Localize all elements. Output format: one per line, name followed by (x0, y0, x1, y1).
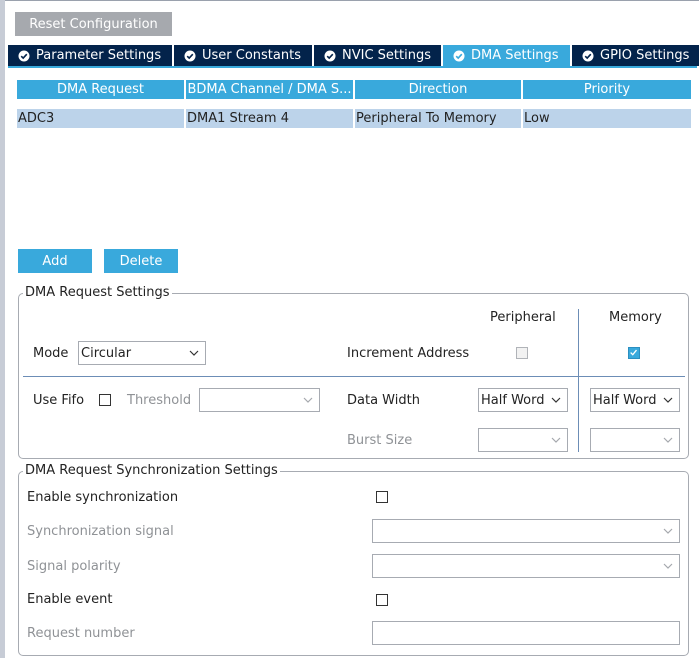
chevron-down-icon (663, 397, 673, 403)
check-circle-icon (324, 50, 336, 61)
signal-polarity-select[interactable] (372, 554, 680, 578)
column-header-direction[interactable]: Direction (355, 80, 523, 99)
check-circle-icon (184, 50, 196, 61)
mode-label: Mode (33, 346, 69, 361)
left-edge-bar (0, 0, 5, 658)
tab-nvic-settings[interactable]: NVIC Settings (314, 45, 443, 66)
use-fifo-checkbox[interactable] (99, 394, 111, 406)
chevron-down-icon (189, 350, 199, 356)
chevron-down-icon (551, 437, 561, 443)
memory-header: Memory (609, 310, 662, 325)
tab-dma-settings[interactable]: DMA Settings (443, 45, 572, 66)
group-title: DMA Request Settings (23, 285, 172, 300)
column-header-channel[interactable]: BDMA Channel / DMA S... (186, 80, 355, 99)
dma-table-header: DMA Request BDMA Channel / DMA S... Dire… (17, 80, 691, 99)
data-width-label: Data Width (347, 393, 420, 408)
table-cell-channel: DMA1 Stream 4 (186, 109, 355, 128)
tab-gpio-settings[interactable]: GPIO Settings (572, 45, 699, 66)
peripheral-header: Peripheral (490, 310, 556, 325)
signal-polarity-label: Signal polarity (27, 559, 121, 574)
peripheral-increment-checkbox[interactable] (516, 347, 528, 359)
check-circle-icon (18, 50, 30, 61)
increment-address-label: Increment Address (347, 346, 470, 361)
row-separator (23, 376, 685, 377)
tab-label: NVIC Settings (342, 48, 431, 63)
chevron-down-icon (663, 563, 673, 569)
threshold-select[interactable] (199, 388, 320, 412)
sync-signal-select[interactable] (372, 519, 680, 543)
tab-label: Parameter Settings (36, 48, 162, 63)
check-circle-icon (453, 50, 465, 61)
enable-sync-checkbox[interactable] (376, 491, 388, 503)
threshold-label: Threshold (127, 393, 192, 408)
add-button[interactable]: Add (18, 249, 92, 273)
request-number-input[interactable] (372, 621, 680, 645)
chevron-down-icon (663, 528, 673, 534)
tab-label: DMA Settings (471, 48, 559, 63)
memory-burst-select[interactable] (590, 428, 680, 452)
tab-label: User Constants (202, 48, 301, 63)
table-cell-direction: Peripheral To Memory (355, 109, 523, 128)
memory-data-width-value: Half Word (593, 392, 657, 408)
column-separator (578, 309, 579, 452)
top-border (5, 0, 699, 1)
check-circle-icon (582, 50, 594, 61)
tab-underline (8, 66, 697, 68)
column-header-priority[interactable]: Priority (523, 80, 691, 99)
tab-label: GPIO Settings (600, 48, 690, 63)
enable-event-checkbox[interactable] (376, 594, 388, 606)
peripheral-data-width-value: Half Word (481, 392, 545, 408)
column-header-dma-request[interactable]: DMA Request (17, 80, 186, 99)
table-row[interactable]: ADC3 DMA1 Stream 4 Peripheral To Memory … (17, 109, 691, 128)
group-title: DMA Request Synchronization Settings (23, 463, 280, 478)
enable-sync-label: Enable synchronization (27, 490, 179, 505)
tab-parameter-settings[interactable]: Parameter Settings (8, 45, 174, 66)
memory-data-width-select[interactable]: Half Word (590, 388, 680, 412)
request-number-label: Request number (27, 626, 135, 641)
mode-value: Circular (81, 345, 132, 361)
chevron-down-icon (663, 437, 673, 443)
enable-event-label: Enable event (27, 592, 113, 607)
use-fifo-label: Use Fifo (33, 393, 85, 408)
delete-button[interactable]: Delete (104, 249, 178, 273)
checkmark-icon (630, 349, 638, 356)
mode-select[interactable]: Circular (78, 341, 206, 365)
memory-increment-checkbox[interactable] (628, 347, 640, 359)
peripheral-burst-select[interactable] (478, 428, 568, 452)
burst-size-label: Burst Size (347, 433, 413, 448)
peripheral-data-width-select[interactable]: Half Word (478, 388, 568, 412)
sync-signal-label: Synchronization signal (27, 524, 174, 539)
chevron-down-icon (303, 397, 313, 403)
reset-configuration-button[interactable]: Reset Configuration (15, 12, 172, 36)
table-cell-priority: Low (524, 111, 550, 126)
table-cell-request: ADC3 (17, 109, 186, 128)
tab-bar: Parameter Settings User Constants NVIC S… (8, 45, 699, 66)
tab-user-constants[interactable]: User Constants (174, 45, 314, 66)
chevron-down-icon (551, 397, 561, 403)
